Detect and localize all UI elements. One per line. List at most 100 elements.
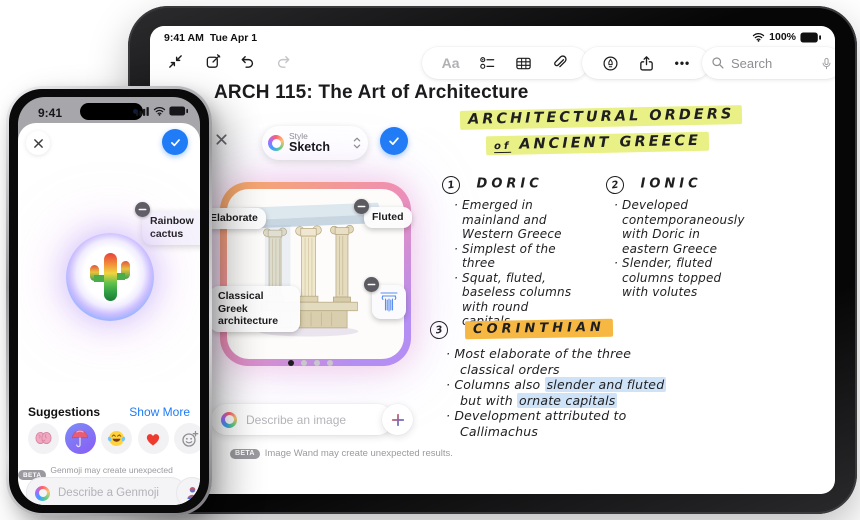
genmoji-accept-button[interactable] — [162, 129, 188, 155]
checkmark-icon — [389, 137, 399, 146]
image-wand-accept-button[interactable] — [380, 127, 408, 155]
image-wand-style-icon — [268, 135, 284, 151]
checklist-icon[interactable] — [479, 55, 496, 72]
share-icon[interactable] — [638, 55, 655, 72]
style-value: Sketch — [289, 140, 330, 154]
corinthian-bullets: · Most elaborate of the three classical … — [446, 346, 786, 439]
heading2-text: ANCIENT GREECE — [519, 132, 702, 153]
genmoji-input[interactable] — [26, 477, 186, 505]
column-sketch-thumbnail — [380, 292, 398, 312]
genmoji-close-button[interactable] — [26, 131, 50, 155]
corinthian-line6: Callimachus — [460, 423, 539, 439]
laughing-face-icon — [107, 431, 126, 446]
minus-icon — [357, 205, 366, 208]
chip-fluted[interactable]: Fluted — [364, 207, 412, 228]
corinthian-title: CORINTHIAN — [464, 318, 613, 340]
heading1-text: ARCHITECTURAL ORDERS — [459, 105, 743, 130]
battery-icon — [169, 106, 188, 116]
dynamic-island — [80, 103, 143, 120]
suggestion-laughing-emoji[interactable] — [101, 423, 132, 454]
rainbow-cactus-emoji — [90, 253, 130, 301]
battery-icon — [800, 31, 821, 43]
suggestion-brain-emoji[interactable] — [28, 423, 59, 454]
chip-classical-greek[interactable]: Classical Greek architecture — [210, 286, 300, 332]
battery-percent: 100% — [769, 31, 796, 43]
corinthian-line2: classical orders — [460, 361, 560, 377]
style-selector[interactable]: Style Sketch — [262, 126, 368, 160]
corinthian-line4: but with ornate capitals — [460, 392, 786, 409]
collapse-button[interactable] — [160, 46, 190, 76]
corinthian-line3-pre: · Columns also — [446, 377, 545, 392]
format-tools-group: Aa — [422, 47, 588, 79]
markup-icon[interactable] — [602, 55, 619, 72]
corinthian-heading: 3 CORINTHIAN — [428, 318, 613, 340]
stage: 9:41 AM Tue Apr 1 100% Aa ••• Search ARC… — [0, 0, 860, 520]
image-wand-input[interactable] — [211, 404, 393, 435]
paperclip-icon[interactable] — [551, 54, 568, 72]
more-button[interactable]: ••• — [675, 56, 691, 70]
undo-icon — [241, 55, 253, 68]
compose-icon — [206, 53, 220, 68]
redo-button[interactable] — [268, 46, 298, 76]
minus-icon — [367, 283, 376, 286]
ipad-screen: 9:41 AM Tue Apr 1 100% Aa ••• Search ARC… — [150, 26, 835, 494]
search-field[interactable]: Search — [702, 47, 835, 79]
add-emoji-icon — [181, 430, 198, 447]
suggestion-emoji-row — [28, 423, 200, 454]
image-pagination-dots[interactable] — [288, 360, 333, 366]
apple-intelligence-icon — [35, 485, 50, 501]
remove-prompt-button[interactable] — [135, 202, 150, 217]
prompt-chip-rainbow-cactus[interactable]: Rainbow cactus — [142, 211, 200, 245]
mic-icon[interactable] — [820, 56, 833, 71]
image-wand-beta-note: BETA Image Wand may create unexpected re… — [230, 448, 453, 459]
corinthian-line4-pre: but with — [460, 392, 518, 408]
text-format-button[interactable]: Aa — [442, 55, 460, 71]
notes-heading-line2: of ANCIENT GREECE — [485, 131, 710, 156]
genmoji-person-button[interactable] — [176, 477, 200, 505]
describe-genmoji-field[interactable] — [56, 486, 177, 500]
notes-heading-line1: ARCHITECTURAL ORDERS — [459, 105, 743, 130]
heart-icon — [146, 434, 160, 446]
remove-sketch-button[interactable] — [364, 277, 379, 292]
iphone-time: 9:41 — [38, 106, 63, 120]
suggestion-heart-emoji[interactable] — [137, 423, 169, 454]
ionic-number: 2 — [604, 174, 626, 196]
page-dot[interactable] — [314, 360, 320, 366]
ipad-status-right: 100% — [752, 31, 821, 43]
iphone-screen: 9:41 Rainbow cactus Suggestions Show Mor… — [18, 97, 200, 505]
heading2-of: of — [493, 140, 512, 154]
suggestions-label: Suggestions — [28, 405, 101, 419]
search-icon — [712, 57, 724, 69]
umbrella-icon — [72, 430, 88, 448]
person-icon — [186, 486, 198, 500]
brain-icon — [35, 431, 52, 445]
markup-share-group: ••• — [582, 47, 710, 79]
ipad-date: Tue Apr 1 — [209, 32, 258, 44]
ionic-title: IONIC — [640, 176, 702, 192]
close-icon — [33, 138, 43, 148]
corinthian-line1: · Most elaborate of the three — [446, 346, 632, 361]
add-image-button[interactable] — [382, 404, 413, 435]
corinthian-line5: · Development attributed to — [446, 408, 627, 423]
undo-button[interactable] — [232, 46, 262, 76]
show-more-link[interactable]: Show More — [129, 405, 190, 419]
iphone-device: 9:41 Rainbow cactus Suggestions Show Mor… — [6, 86, 212, 516]
page-dot[interactable] — [327, 360, 333, 366]
table-icon[interactable] — [515, 55, 532, 72]
apple-intelligence-icon — [221, 411, 237, 428]
describe-image-field[interactable] — [244, 411, 383, 428]
page-dot-active[interactable] — [288, 360, 294, 366]
new-emoji-button[interactable] — [174, 423, 200, 454]
chip-reference-sketch[interactable] — [372, 285, 406, 319]
remove-fluted-button[interactable] — [354, 199, 369, 214]
genmoji-sheet: Rainbow cactus Suggestions Show More BET… — [18, 123, 200, 505]
suggestion-umbrella-emoji-selected[interactable] — [64, 423, 96, 454]
corinthian-line3: · Columns also slender and fluted — [446, 377, 786, 393]
compose-button[interactable] — [198, 46, 228, 76]
iphone-status-icons — [136, 106, 188, 116]
close-icon — [215, 133, 227, 145]
doric-heading: 1 DORIC — [440, 174, 543, 196]
chevron-up-down-icon — [353, 137, 361, 149]
checkmark-icon — [170, 138, 180, 146]
page-dot[interactable] — [301, 360, 307, 366]
